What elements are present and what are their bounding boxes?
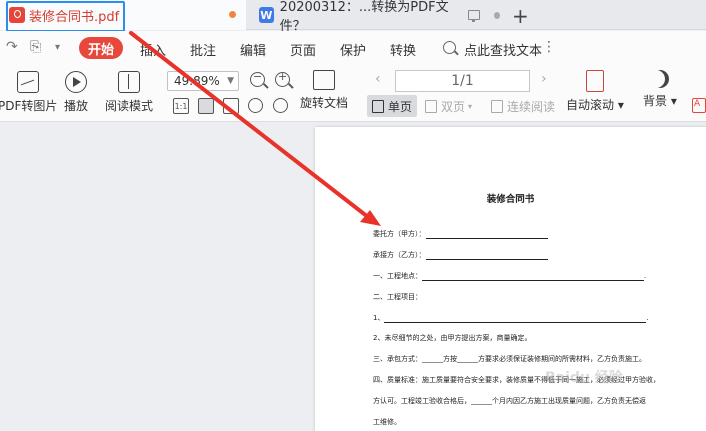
fit-page-icon[interactable] bbox=[198, 98, 214, 114]
continuous-reading-label: 连续阅读 bbox=[507, 99, 556, 114]
tab-status-dot-icon bbox=[493, 11, 500, 19]
reading-mode-button[interactable]: 阅读模式 bbox=[105, 71, 153, 114]
document-line: 2、未尽细节的之处，由甲方提出方案，商量确定。 bbox=[373, 334, 532, 342]
image-icon bbox=[16, 71, 39, 93]
play-icon bbox=[65, 71, 87, 93]
double-page-icon bbox=[425, 99, 437, 113]
document-line: 工维修。 bbox=[373, 418, 401, 426]
document-line: 承接方（乙方）： bbox=[373, 250, 548, 260]
redo-icon[interactable]: ↷ bbox=[6, 39, 18, 55]
word-file-icon: W bbox=[259, 7, 274, 23]
highlight-annotation-box bbox=[6, 1, 125, 32]
background-label: 背景 ▾ bbox=[643, 94, 677, 108]
pdf-page: 装修合同书 委托方（甲方）： 承接方（乙方）： 一、工程地点：. 二、工程项目：… bbox=[315, 127, 706, 431]
play-label: 播放 bbox=[64, 99, 89, 113]
menu-convert[interactable]: 转换 bbox=[390, 40, 416, 59]
tab-word-document[interactable]: W 20200312：...转换为PDF文件？ bbox=[250, 0, 500, 34]
pdf-to-image-button[interactable]: PDF转图片 bbox=[0, 71, 57, 114]
double-page-button[interactable]: 双页 ▾ bbox=[420, 95, 477, 117]
document-line: 委托方（甲方）： bbox=[373, 229, 548, 239]
search-icon[interactable] bbox=[443, 41, 456, 54]
fit-width-icon[interactable] bbox=[223, 98, 239, 114]
menu-edit[interactable]: 编辑 bbox=[240, 40, 266, 59]
double-page-label: 双页 bbox=[441, 99, 466, 114]
zoom-out-icon[interactable]: − bbox=[250, 70, 265, 87]
menu-protect[interactable]: 保护 bbox=[340, 40, 366, 59]
next-page-icon[interactable]: › bbox=[541, 71, 547, 87]
watermark: Baidu 经验 bbox=[545, 370, 623, 386]
unsaved-dot-icon bbox=[229, 11, 236, 18]
chevron-down-icon: ▼ bbox=[227, 76, 234, 86]
single-page-icon bbox=[372, 99, 384, 113]
more-options-icon[interactable]: ⋮ bbox=[542, 39, 556, 55]
menu-bar: ↷ ⎘ ▾ 开始 插入 批注 编辑 页面 保护 转换 点此查找文本 ⋮ bbox=[0, 31, 706, 65]
background-button[interactable]: 背景 ▾ bbox=[643, 70, 677, 109]
auto-scroll-button[interactable]: 自动滚动 ▾ bbox=[566, 70, 624, 113]
ribbon-toolbar: PDF转图片 播放 阅读模式 49.89% ▼ − + 1:1 旋转文档 ‹ 1… bbox=[0, 65, 706, 122]
continuous-reading-button[interactable]: 连续阅读 bbox=[486, 95, 560, 117]
document-line: 二、工程项目： bbox=[373, 293, 422, 301]
pdf-to-image-label: PDF转图片 bbox=[0, 99, 58, 113]
single-page-label: 单页 bbox=[388, 99, 413, 114]
rotate-document-icon bbox=[313, 70, 335, 90]
previous-page-icon[interactable]: ‹ bbox=[375, 71, 381, 87]
moon-icon bbox=[651, 70, 669, 88]
reading-mode-label: 阅读模式 bbox=[105, 99, 154, 113]
single-page-button[interactable]: 单页 bbox=[367, 95, 418, 117]
window-icon[interactable] bbox=[468, 10, 480, 22]
menu-start[interactable]: 开始 bbox=[79, 37, 123, 59]
export-icon[interactable]: ⎘ bbox=[30, 39, 41, 55]
play-button[interactable]: 播放 bbox=[64, 71, 88, 114]
rotate-right-icon[interactable] bbox=[273, 98, 288, 113]
zoom-in-icon[interactable]: + bbox=[275, 70, 290, 87]
quick-access-dropdown-icon[interactable]: ▾ bbox=[55, 42, 60, 53]
search-text-link[interactable]: 点此查找文本 bbox=[464, 40, 542, 59]
tab-title: 20200312：...转换为PDF文件？ bbox=[279, 0, 449, 34]
document-line: 一、工程地点：. bbox=[373, 272, 647, 281]
zoom-select[interactable]: 49.89% ▼ bbox=[167, 71, 239, 91]
page-number-input[interactable]: 1/1 bbox=[395, 70, 530, 92]
auto-scroll-icon bbox=[585, 70, 604, 92]
rotate-document-label: 旋转文档 bbox=[300, 96, 349, 110]
document-title: 装修合同书 bbox=[486, 194, 535, 205]
document-line: 1、. bbox=[373, 314, 649, 323]
new-tab-button[interactable]: + bbox=[512, 4, 529, 28]
menu-page[interactable]: 页面 bbox=[290, 40, 316, 59]
rotate-left-icon[interactable] bbox=[248, 98, 263, 113]
text-tool-icon[interactable]: A bbox=[692, 98, 706, 113]
book-icon bbox=[118, 71, 140, 93]
menu-annotate[interactable]: 批注 bbox=[190, 40, 216, 59]
actual-size-icon[interactable]: 1:1 bbox=[173, 98, 189, 114]
document-line: 三、承包方式：______方按______方要求必须保证装修期间的所需材料，乙方… bbox=[373, 355, 646, 363]
continuous-reading-icon bbox=[491, 99, 503, 113]
zoom-value: 49.89% bbox=[174, 74, 220, 88]
chevron-down-icon: ▾ bbox=[468, 101, 473, 111]
rotate-document-button[interactable]: 旋转文档 bbox=[300, 70, 348, 111]
auto-scroll-label: 自动滚动 ▾ bbox=[566, 98, 624, 112]
document-line: 方认可。工程竣工验收合格后，______个月内因乙方施工出现质量问题，乙方负责无… bbox=[373, 397, 646, 405]
menu-insert[interactable]: 插入 bbox=[140, 40, 166, 59]
document-viewport: 装修合同书 委托方（甲方）： 承接方（乙方）： 一、工程地点：. 二、工程项目：… bbox=[0, 122, 706, 431]
